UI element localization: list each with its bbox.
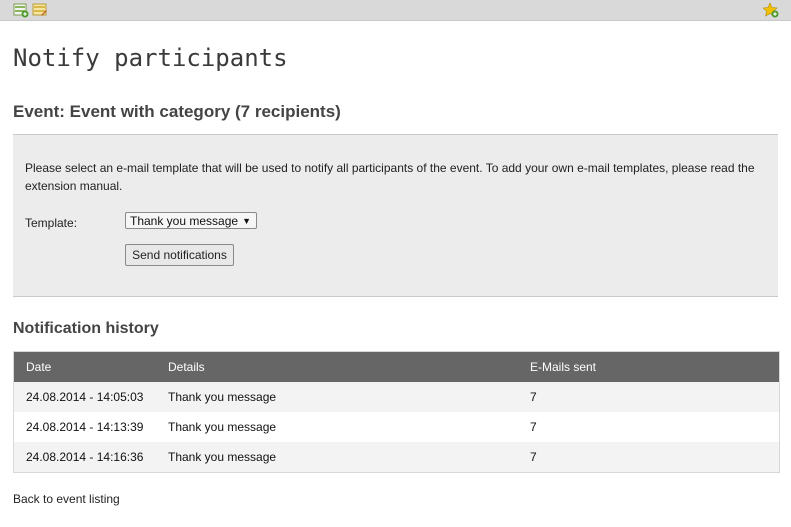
table-row: 24.08.2014 - 14:16:36 Thank you message … bbox=[13, 442, 780, 473]
cell-details: Thank you message bbox=[156, 382, 518, 412]
notify-form-panel: Please select an e-mail template that wi… bbox=[13, 134, 778, 297]
template-select[interactable]: Thank you message ▼ bbox=[125, 212, 257, 229]
chevron-down-icon: ▼ bbox=[242, 216, 251, 226]
bookmark-icon[interactable] bbox=[763, 2, 779, 18]
table-row: 24.08.2014 - 14:13:39 Thank you message … bbox=[13, 412, 780, 442]
column-header-date: Date bbox=[13, 351, 156, 382]
send-notifications-button[interactable]: Send notifications bbox=[125, 244, 234, 266]
cell-emails-sent: 7 bbox=[518, 442, 780, 473]
cell-emails-sent: 7 bbox=[518, 412, 780, 442]
column-header-details: Details bbox=[156, 351, 518, 382]
back-to-event-listing-link[interactable]: Back to event listing bbox=[13, 492, 120, 506]
cell-date: 24.08.2014 - 14:05:03 bbox=[13, 382, 156, 412]
column-header-emails-sent: E-Mails sent bbox=[518, 351, 780, 382]
cell-details: Thank you message bbox=[156, 442, 518, 473]
new-record-icon[interactable] bbox=[13, 2, 29, 18]
cell-date: 24.08.2014 - 14:13:39 bbox=[13, 412, 156, 442]
history-table: Date Details E-Mails sent 24.08.2014 - 1… bbox=[13, 351, 780, 473]
cell-emails-sent: 7 bbox=[518, 382, 780, 412]
table-row: 24.08.2014 - 14:05:03 Thank you message … bbox=[13, 382, 780, 412]
event-heading: Event: Event with category (7 recipients… bbox=[13, 102, 341, 121]
cell-date: 24.08.2014 - 14:16:36 bbox=[13, 442, 156, 473]
cell-details: Thank you message bbox=[156, 412, 518, 442]
template-select-value: Thank you message bbox=[130, 214, 239, 228]
top-toolbar bbox=[0, 0, 791, 21]
page-title: Notify participants bbox=[13, 44, 288, 72]
history-heading: Notification history bbox=[13, 320, 159, 337]
template-label: Template: bbox=[25, 216, 78, 230]
edit-icon[interactable] bbox=[32, 2, 48, 18]
form-description: Please select an e-mail template that wi… bbox=[25, 161, 755, 193]
table-header-row: Date Details E-Mails sent bbox=[13, 351, 780, 382]
